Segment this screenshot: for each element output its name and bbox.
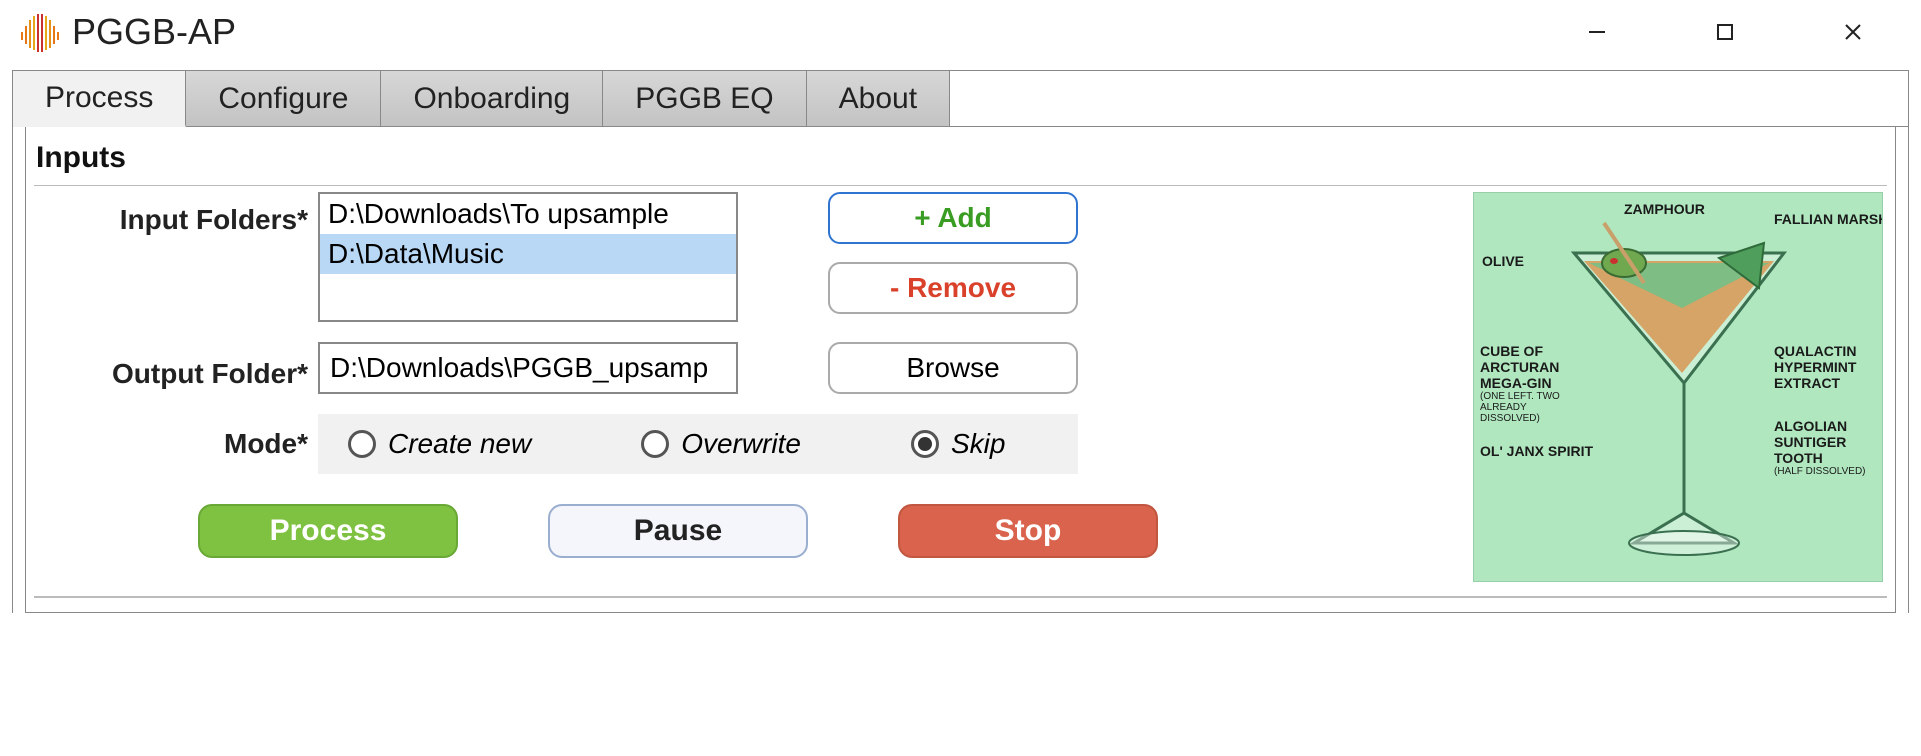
radio-label: Skip [951,428,1005,460]
tab-onboarding[interactable]: Onboarding [381,71,603,126]
tab-bar: Process Configure Onboarding PGGB EQ Abo… [13,71,1908,127]
anno-qualactin: QUALACTIN HYPERMINT EXTRACT [1774,343,1879,391]
output-folder-label: Output Folder* [38,346,308,390]
anno-olive: OLIVE [1482,253,1524,269]
maximize-button[interactable] [1701,8,1749,56]
remove-button[interactable]: - Remove [828,262,1078,314]
anno-zamphour: ZAMPHOUR [1624,201,1705,217]
stop-button[interactable]: Stop [898,504,1158,558]
maximize-icon [1716,23,1734,41]
anno-cube: CUBE OF ARCTURAN MEGA-GIN (ONE LEFT. TWO… [1480,343,1580,424]
mode-option-overwrite[interactable]: Overwrite [641,428,801,460]
browse-button[interactable]: Browse [828,342,1078,394]
radio-icon [641,430,669,458]
process-button[interactable]: Process [198,504,458,558]
input-folder-item[interactable]: D:\Data\Music [320,234,736,274]
anno-fallian: FALLIAN MARSH GAS [1774,211,1883,227]
divider-bottom [34,596,1887,598]
radio-icon [348,430,376,458]
martini-glass-icon [1564,213,1794,582]
minimize-button[interactable] [1573,8,1621,56]
input-folders-listbox[interactable]: D:\Downloads\To upsample D:\Data\Music [318,192,738,322]
output-folder-input[interactable] [318,342,738,394]
cocktail-illustration: OLIVE ZAMPHOUR FALLIAN MARSH GAS CUBE OF… [1473,192,1883,582]
tab-pggb-eq[interactable]: PGGB EQ [603,71,806,126]
input-folders-label: Input Folders* [38,192,308,236]
form-column: Input Folders* D:\Downloads\To upsample … [38,192,1443,582]
action-buttons: Process Pause Stop [38,504,1443,558]
radio-label: Overwrite [681,428,801,460]
pause-button[interactable]: Pause [548,504,808,558]
app-window: PGGB-AP Process Configure Onboarding PGG… [0,0,1921,756]
close-icon [1843,22,1863,42]
add-button[interactable]: + Add [828,192,1078,244]
minimize-icon [1587,22,1607,42]
tab-configure[interactable]: Configure [186,71,381,126]
mode-label: Mode* [38,428,308,460]
radio-icon [911,430,939,458]
tab-process[interactable]: Process [13,71,186,127]
radio-label: Create new [388,428,531,460]
window-controls [1573,8,1917,56]
tab-about[interactable]: About [807,71,950,126]
app-logo-icon [18,10,62,54]
titlebar: PGGB-AP [0,0,1921,64]
tabs-container: Process Configure Onboarding PGGB EQ Abo… [12,70,1909,613]
anno-janx: OL' JANX SPIRIT [1480,443,1593,459]
input-folder-item[interactable]: D:\Downloads\To upsample [320,194,736,234]
mode-option-create-new[interactable]: Create new [348,428,531,460]
tab-content: Inputs Input Folders* D:\Downloads\To up… [25,127,1896,613]
mode-radio-group: Create new Overwrite Skip [318,414,1078,474]
mode-option-skip[interactable]: Skip [911,428,1005,460]
app-title: PGGB-AP [72,11,236,53]
close-button[interactable] [1829,8,1877,56]
section-title-inputs: Inputs [34,135,1887,185]
anno-algolian: ALGOLIAN SUNTIGER TOOTH (HALF DISSOLVED) [1774,418,1879,477]
